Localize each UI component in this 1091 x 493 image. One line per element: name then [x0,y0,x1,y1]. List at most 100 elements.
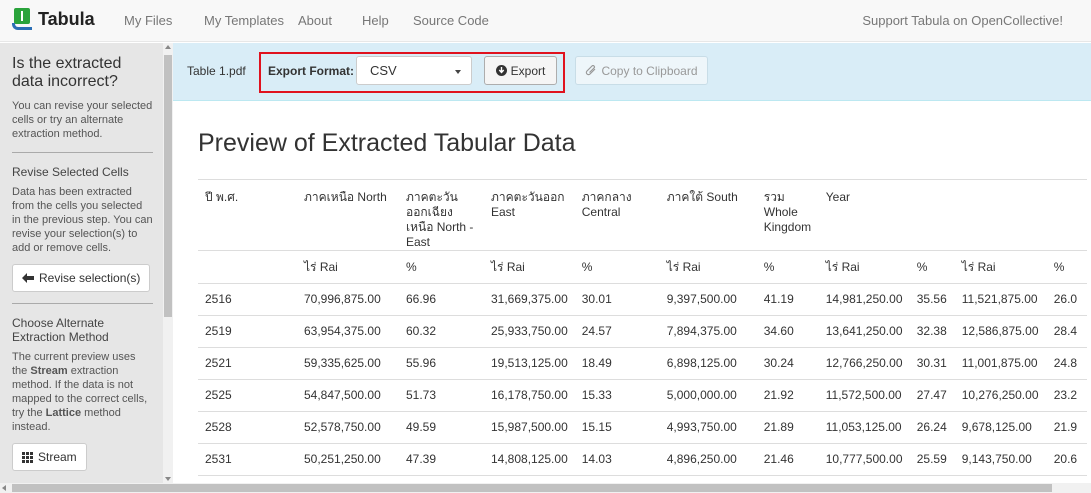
export-toolbar: Table 1.pdf Export Format: CSV Export Co… [173,43,1091,101]
table-cell: ไร่ Rai [818,250,910,284]
table-cell: 2532 [198,475,297,483]
table-cell: 41.19 [756,283,819,316]
table-cell: 13.97 [574,475,660,483]
export-button[interactable]: Export [484,56,557,85]
table-cell: 50,138,750.00 [297,475,399,483]
table-cell: 23.2 [1046,379,1087,412]
table-cell: 18.49 [574,347,660,380]
arrow-left-icon [22,273,34,283]
table-cell: 34.60 [756,315,819,348]
table-cell: 20.6 [1046,443,1087,476]
table-cell: 35.56 [909,283,955,316]
table-cell: 14,981,250.00 [818,283,910,316]
nav-my-files[interactable]: My Files [124,13,172,28]
table-cell: รวม Whole Kingdom [756,179,819,251]
table-cell: 21.33 [756,475,819,483]
table-cell: 66.96 [399,283,484,316]
table-cell: % [756,250,819,284]
table-cell: 15.15 [574,411,660,444]
table-cell: ภาคกลาง Central [574,179,660,251]
preview-title: Preview of Extracted Tabular Data [198,129,576,157]
tabula-logo-icon [12,8,32,30]
table-cell: 5,000,000.00 [659,379,757,412]
nav-help[interactable]: Help [362,13,389,28]
top-navbar: Tabula My Files My Templates About Help … [0,0,1091,42]
table-cell: ไร่ Rai [484,250,575,284]
table-row: 2525 54,847,500.00 51.73 16,178,750.00 15.33… [198,379,1087,412]
nav-support-opencollective[interactable]: Support Tabula on OpenCollective! [862,13,1063,28]
table-cell: ภาคตะวันออก East [484,179,575,251]
table-cell: 24.57 [574,315,660,348]
stream-button[interactable]: Stream [12,443,87,471]
table-cell: 21.92 [756,379,819,412]
table-cell: 21.9 [1046,411,1087,444]
revise-heading: Revise Selected Cells [12,165,129,179]
horizontal-scrollbar[interactable] [0,483,1091,493]
table-cell: 14.03 [574,443,660,476]
table-cell: % [399,250,484,284]
sidebar-scrollbar[interactable] [163,43,173,483]
table-cell: 49.59 [399,411,484,444]
scroll-up-icon[interactable] [165,45,171,49]
table-header-row: ปี พ.ศ. ภาคเหนือ North ภาคตะวันออกเฉียงเหน… [198,179,1087,251]
table-cell: 9,678,125.00 [954,411,1047,444]
table-cell: 28.4 [1046,315,1087,348]
table-cell: 30.24 [756,347,819,380]
sidebar-divider-2 [12,303,153,304]
copy-to-clipboard-button[interactable]: Copy to Clipboard [575,56,708,85]
table-cell: 9,143,750.00 [954,443,1047,476]
table-cell: 20.6 [1046,475,1087,483]
table-cell: 60.32 [399,315,484,348]
revise-selection-button[interactable]: Revise selection(s) [12,264,151,292]
horizontal-scroll-thumb[interactable] [12,484,1052,492]
table-row: 2521 59,335,625.00 55.96 19,513,125.00 18.49… [198,347,1087,380]
table-cell: 25.55 [909,475,955,483]
table-cell: 30.01 [574,283,660,316]
caret-down-icon [455,70,461,74]
table-row: 2531 50,251,250.00 47.39 14,808,125.00 14.03… [198,443,1087,476]
scroll-left-icon[interactable] [2,485,6,491]
table-cell: 30.31 [909,347,955,380]
table-cell: 26.24 [909,411,955,444]
table-cell: 26.0 [1046,283,1087,316]
sidebar-scroll-thumb[interactable] [164,55,172,317]
filename: Table 1.pdf [187,64,246,78]
table-cell: 7,894,375.00 [659,315,757,348]
preview-table: ปี พ.ศ. ภาคเหนือ North ภาคตะวันออกเฉียงเหน… [198,179,1087,483]
table-cell: 10,777,500.00 [818,443,910,476]
sidebar-intro: You can revise your selected cells or tr… [12,100,153,140]
stream-label: Stream [38,450,77,464]
sidebar: Is the extracted data incorrect? You can… [0,43,163,483]
scroll-down-icon[interactable] [165,477,171,481]
brand[interactable]: Tabula [12,8,95,30]
table-cell: 11,521,875.00 [954,283,1047,316]
table-cell: 2521 [198,347,297,380]
method-text: The current preview uses the Stream extr… [12,351,148,433]
table-cell: 47.29 [399,475,484,483]
table-cell: % [574,250,660,284]
table-cell: 2519 [198,315,297,348]
table-cell: 11,572,500.00 [818,379,910,412]
table-cell: 54,847,500.00 [297,379,399,412]
table-cell: ภาคตะวันออกเฉียงเหนือ North - East [399,179,484,251]
table-cell: 25,933,750.00 [484,315,575,348]
table-cell: 50,251,250.00 [297,443,399,476]
table-cell: Year [818,179,910,251]
revise-text: Data has been extracted from the cells y… [12,186,153,254]
table-cell: 21.89 [756,411,819,444]
table-cell: 25.59 [909,443,955,476]
export-format-value: CSV [370,63,397,78]
table-cell: 24.8 [1046,347,1087,380]
table-cell: 15.33 [574,379,660,412]
table-cell [1046,179,1087,251]
nav-source-code[interactable]: Source Code [413,13,489,28]
export-format-select[interactable]: CSV [356,56,472,85]
nav-about[interactable]: About [298,13,332,28]
sidebar-divider [12,152,153,153]
table-subheader-row: ไร่ Rai% ไร่ Rai% ไร่ Rai% ไร่ Rai% ไร่ Rai% [198,250,1087,284]
sidebar-title: Is the extracted data incorrect? [12,55,122,90]
table-cell: 4,866,250.00 [659,475,757,483]
table-cell: 10,764,375.00 [818,475,910,483]
table-row: 2516 70,996,875.00 66.96 31,669,375.00 30.01… [198,283,1087,316]
nav-my-templates[interactable]: My Templates [204,13,284,28]
